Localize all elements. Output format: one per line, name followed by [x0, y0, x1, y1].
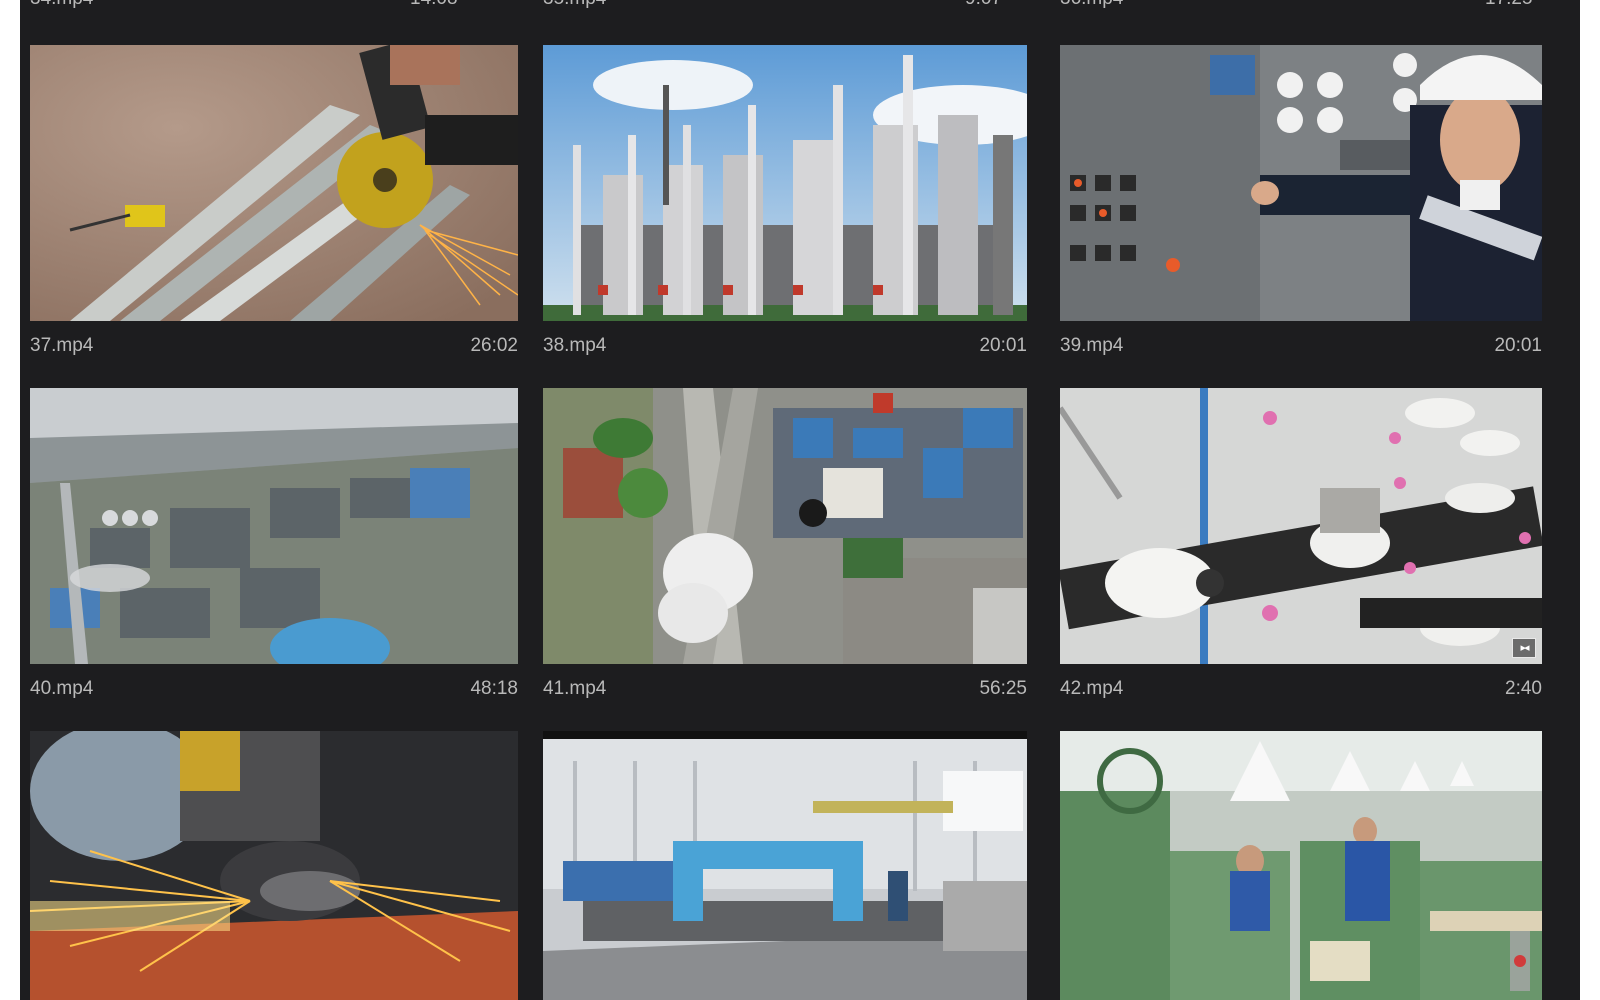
clip-duration: 20:01 [1494, 335, 1542, 356]
clip-tile[interactable]: 41.mp4 56:25 [543, 388, 1027, 712]
clip-thumbnail[interactable]: ▸◂ [1060, 388, 1542, 664]
clip-thumbnail[interactable] [543, 388, 1027, 664]
clip-duration: 56:25 [979, 678, 1027, 699]
clip-name: 38.mp4 [543, 335, 607, 356]
clip-duration: 48:18 [470, 678, 518, 699]
clip-tile[interactable]: ▸◂ 42.mp4 2:40 [1060, 388, 1542, 712]
clip-thumbnail[interactable] [543, 731, 1027, 1000]
clip-tile[interactable] [543, 731, 1027, 1000]
media-bin-grid: 34.mp4 14:08 35.mp4 9:07 36.mp4 17:25 [20, 0, 1580, 1000]
clip-tile[interactable]: 38.mp4 20:01 [543, 45, 1027, 369]
trim-icon: ▸◂ [1512, 638, 1536, 658]
clip-name: 35.mp4 [543, 0, 606, 10]
clip-duration: 14:08 [410, 0, 458, 10]
clip-name: 37.mp4 [30, 335, 94, 356]
clip-name: 40.mp4 [30, 678, 94, 699]
clip-duration: 26:02 [470, 335, 518, 356]
clip-thumbnail[interactable] [543, 45, 1027, 321]
clip-thumbnail[interactable] [1060, 45, 1542, 321]
clip-name: 36.mp4 [1060, 0, 1123, 10]
clip-thumbnail[interactable] [30, 388, 518, 664]
clip-tile[interactable]: 37.mp4 26:02 [30, 45, 518, 369]
clip-name: 41.mp4 [543, 678, 607, 699]
clip-duration: 20:01 [979, 335, 1027, 356]
clip-duration: 9:07 [965, 0, 1002, 10]
clip-name: 34.mp4 [30, 0, 93, 10]
clip-thumbnail[interactable] [30, 731, 518, 1000]
clip-duration: 17:25 [1485, 0, 1533, 10]
clip-tile[interactable]: 40.mp4 48:18 [30, 388, 518, 712]
clip-name: 39.mp4 [1060, 335, 1124, 356]
clip-thumbnail[interactable] [30, 45, 518, 321]
clip-tile[interactable] [1060, 731, 1542, 1000]
clip-tile[interactable]: 39.mp4 20:01 [1060, 45, 1542, 369]
clip-duration: 2:40 [1505, 678, 1542, 699]
clip-thumbnail[interactable] [1060, 731, 1542, 1000]
clip-tile[interactable] [30, 731, 518, 1000]
clip-name: 42.mp4 [1060, 678, 1124, 699]
